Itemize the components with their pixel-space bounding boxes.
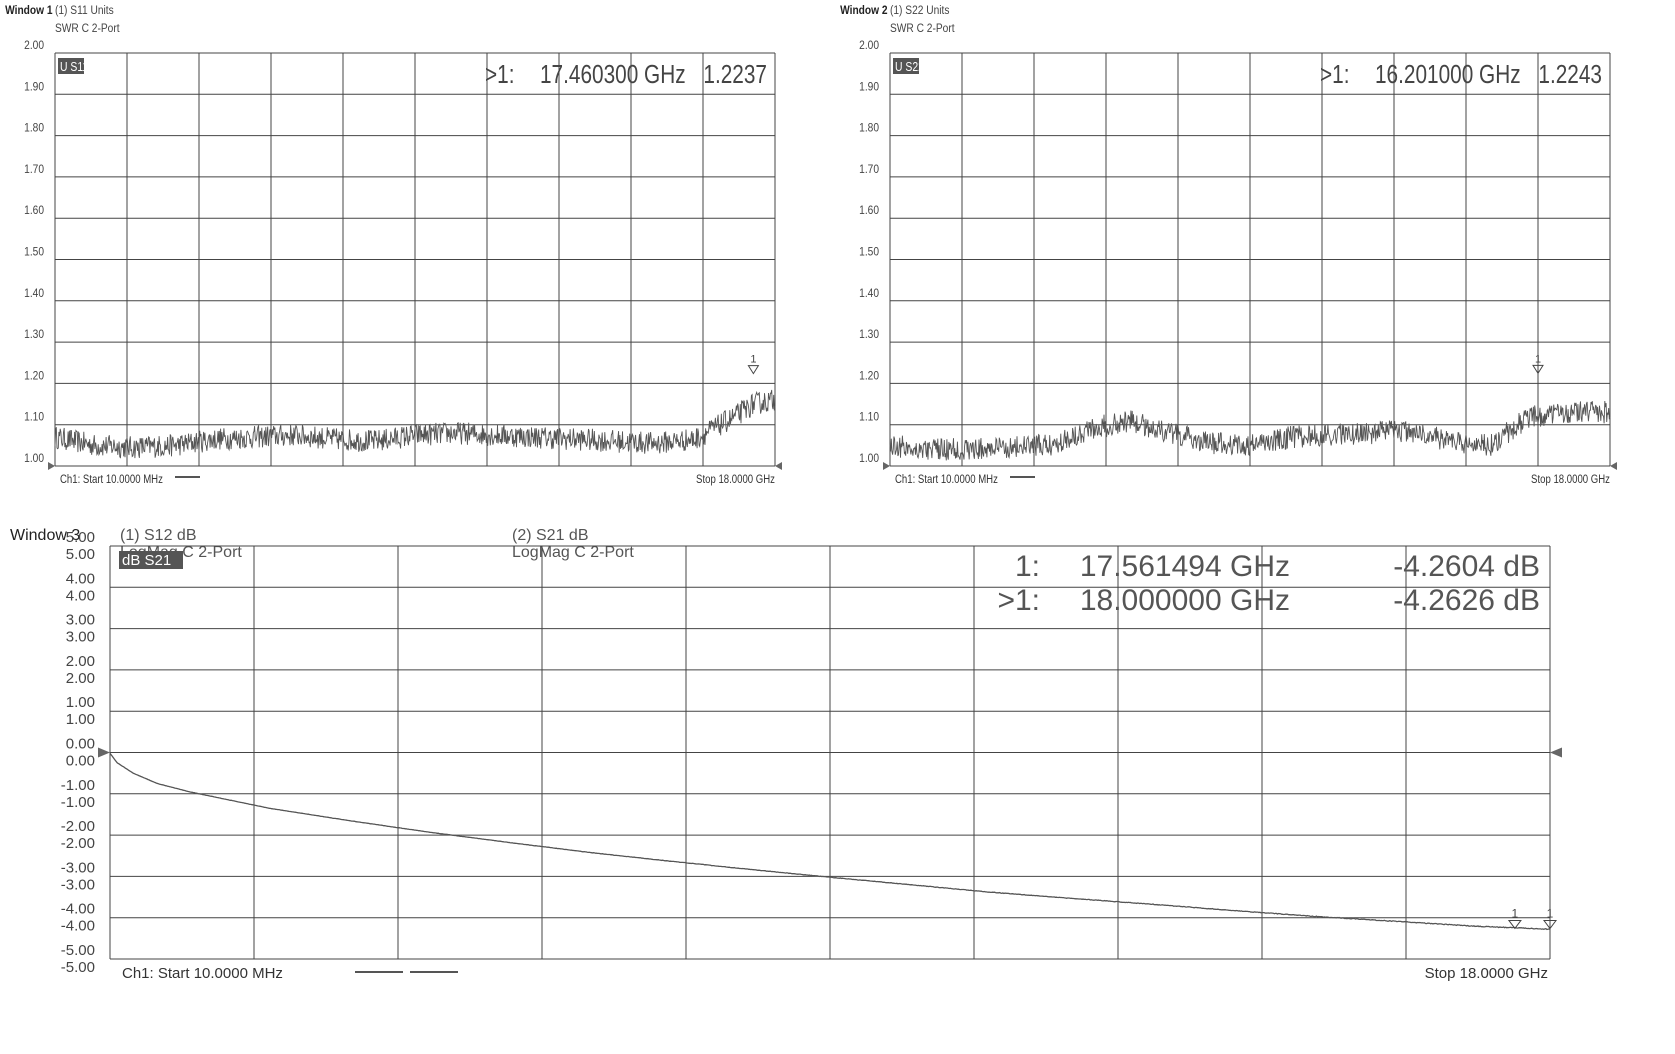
y-tick-label-s12: 3.00	[66, 612, 95, 629]
y-tick-label: 1.20	[24, 370, 44, 383]
y-tick-label: 2.00	[24, 39, 44, 52]
x-start-label: Ch1: Start 10.0000 MHz	[895, 473, 998, 486]
marker-label: 1	[1547, 907, 1554, 921]
x-stop-label: Stop 18.0000 GHz	[1531, 473, 1610, 486]
marker-readout-value: -4.2626 dB	[1393, 584, 1540, 617]
header-s12-line-1: (1) S12 dB	[120, 527, 196, 544]
y-tick-label-s21: 5.00	[66, 546, 95, 563]
window-3-s21: Window 3(1) S12 dBLogMag C 2-Port(2) S21…	[0, 520, 1675, 1049]
y-tick-label: 1.70	[24, 163, 44, 176]
marker-readout-freq: 16.201000 GHz	[1375, 60, 1521, 89]
y-tick-label: 1.60	[859, 205, 879, 218]
ref-arrow-right	[1610, 462, 1617, 470]
ref-arrow-left	[883, 462, 890, 470]
x-start-label: Ch1: Start 10.0000 MHz	[122, 965, 283, 982]
y-tick-label: 1.50	[859, 246, 879, 259]
y-tick-label: 1.50	[24, 246, 44, 259]
y-tick-label: 1.80	[859, 122, 879, 135]
y-tick-label: 1.40	[24, 287, 44, 300]
y-tick-label-s12: -2.00	[61, 818, 95, 835]
y-tick-label: 2.00	[859, 39, 879, 52]
ref-arrow-left	[98, 747, 110, 758]
y-tick-label-s12: 4.00	[66, 570, 95, 587]
marker-label: 1	[1512, 906, 1519, 920]
x-start-label: Ch1: Start 10.0000 MHz	[60, 473, 163, 486]
y-tick-label: 1.40	[859, 287, 879, 300]
marker-label: 1	[1535, 353, 1541, 365]
y-tick-label: 1.30	[24, 328, 44, 341]
y-tick-label-s21: -2.00	[61, 835, 95, 852]
y-tick-label-s21: -3.00	[61, 876, 95, 893]
marker-readout-prefix: >1:	[1320, 60, 1349, 89]
marker-triangle	[747, 365, 760, 375]
y-tick-label-s21: -1.00	[61, 794, 95, 811]
y-tick-label-s21: 3.00	[66, 629, 95, 646]
ref-arrow-right	[775, 462, 782, 470]
window-2-s22: Window 2 (1) S22 Units SWR C 2-Port 2.00 1.9…	[835, 0, 1675, 520]
marker-readout-value: 1.2243	[1538, 60, 1602, 89]
s21-chart: Window 3(1) S12 dBLogMag C 2-Port(2) S21…	[10, 527, 1562, 982]
y-tick-label: 1.60	[24, 205, 44, 218]
y-tick-label-s21: 4.00	[66, 587, 95, 604]
marker-readout-prefix: 1:	[1015, 550, 1040, 583]
marker-label: 1	[750, 354, 756, 366]
y-tick-label-s12: 0.00	[66, 736, 95, 753]
y-tick-label: 1.70	[859, 163, 879, 176]
marker-readout-value: 1.2237	[703, 60, 767, 89]
y-tick-label: 1.90	[24, 81, 44, 94]
trace-label: U S11	[60, 60, 88, 74]
y-tick-label-s21: 0.00	[66, 753, 95, 770]
header-line-2: SWR C 2-Port	[890, 22, 955, 35]
marker-readout-freq: 18.000000 GHz	[1080, 584, 1290, 617]
y-tick-label: 1.90	[859, 81, 879, 94]
marker-readout-value: -4.2604 dB	[1393, 550, 1540, 583]
y-tick-label-s21: -5.00	[61, 959, 95, 976]
marker-readout-prefix: >1:	[485, 60, 514, 89]
y-tick-label: 1.80	[24, 122, 44, 135]
y-tick-label: 1.10	[24, 411, 44, 424]
y-tick-label-s12: 5.00	[66, 529, 95, 546]
marker-readout-freq: 17.561494 GHz	[1080, 550, 1290, 583]
ref-arrow-right	[1550, 747, 1562, 758]
y-tick-label-s12: -1.00	[61, 777, 95, 794]
y-tick-label-s21: -4.00	[61, 918, 95, 935]
s11-chart: Window 1 (1) S11 Units SWR C 2-Port 2.00 1.9…	[5, 4, 782, 486]
header-line-1: (1) S11 Units	[55, 4, 114, 17]
header-s21-line-2: LogMag C 2-Port	[512, 544, 634, 561]
marker-readout-prefix: >1:	[997, 584, 1040, 617]
y-tick-label: 1.00	[24, 452, 44, 465]
y-tick-label-s12: 1.00	[66, 694, 95, 711]
trace-label: dB S21	[122, 552, 171, 569]
header-s21-line-1: (2) S21 dB	[512, 527, 588, 544]
window-label: Window 2	[840, 4, 887, 17]
marker-readout-freq: 17.460300 GHz	[540, 60, 686, 89]
header-line-1: (1) S22 Units	[890, 4, 950, 17]
y-tick-label-s21: 1.00	[66, 711, 95, 728]
x-stop-label: Stop 18.0000 GHz	[696, 473, 775, 486]
s22-chart: Window 2 (1) S22 Units SWR C 2-Port 2.00 1.9…	[840, 4, 1617, 486]
ref-arrow-left	[48, 462, 55, 470]
y-tick-label-s12: -4.00	[61, 901, 95, 918]
y-tick-label-s21: 2.00	[66, 670, 95, 687]
window-1-s11: Window 1 (1) S11 Units SWR C 2-Port 2.00 1.9…	[0, 0, 830, 520]
y-tick-label: 1.30	[859, 328, 879, 341]
trace-label: U S22	[895, 60, 924, 74]
x-stop-label: Stop 18.0000 GHz	[1425, 965, 1548, 982]
y-tick-label-s12: -5.00	[61, 942, 95, 959]
y-tick-label: 1.00	[859, 452, 879, 465]
y-tick-label-s12: 2.00	[66, 653, 95, 670]
header-line-2: SWR C 2-Port	[55, 22, 120, 35]
y-tick-label-s12: -3.00	[61, 859, 95, 876]
window-label: Window 1	[5, 4, 52, 17]
y-tick-label: 1.20	[859, 370, 879, 383]
y-tick-label: 1.10	[859, 411, 879, 424]
